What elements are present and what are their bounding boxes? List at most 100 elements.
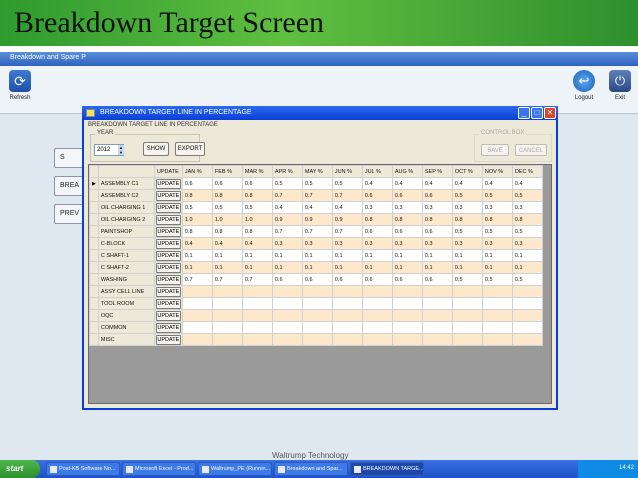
logout-button[interactable]: ↩ Logout	[564, 70, 604, 101]
value-cell[interactable]: 0.5	[481, 189, 513, 202]
value-cell[interactable]: 0.6	[271, 273, 303, 286]
value-cell[interactable]	[391, 309, 423, 322]
value-cell[interactable]: 0.6	[181, 177, 213, 190]
update-button[interactable]: UPDATE	[155, 274, 181, 285]
value-cell[interactable]	[241, 285, 273, 298]
value-cell[interactable]	[481, 321, 513, 334]
value-cell[interactable]: 0.8	[211, 225, 243, 238]
value-cell[interactable]	[301, 297, 333, 310]
taskbar-item[interactable]: Post-KB Software No...	[46, 462, 120, 476]
value-cell[interactable]: 0.1	[241, 249, 273, 262]
value-cell[interactable]: 0.1	[511, 249, 543, 262]
value-cell[interactable]	[301, 333, 333, 346]
update-button[interactable]: UPDATE	[155, 250, 181, 261]
value-cell[interactable]	[391, 321, 423, 334]
value-cell[interactable]	[421, 333, 453, 346]
value-cell[interactable]	[511, 285, 543, 298]
value-cell[interactable]: 0.5	[211, 201, 243, 214]
value-cell[interactable]: 0.7	[271, 225, 303, 238]
value-cell[interactable]: 0.3	[391, 201, 423, 214]
value-cell[interactable]	[331, 309, 363, 322]
update-button[interactable]: UPDATE	[155, 214, 181, 225]
value-cell[interactable]: 0.5	[511, 273, 543, 286]
value-cell[interactable]: 0.8	[211, 189, 243, 202]
value-cell[interactable]: 0.5	[451, 189, 483, 202]
value-cell[interactable]: 0.3	[421, 237, 453, 250]
value-cell[interactable]	[271, 309, 303, 322]
value-cell[interactable]: 0.6	[301, 273, 333, 286]
show-button[interactable]: SHOW	[143, 142, 169, 156]
close-button[interactable]: ✕	[544, 107, 556, 119]
value-cell[interactable]: 0.6	[211, 177, 243, 190]
value-cell[interactable]	[421, 285, 453, 298]
value-cell[interactable]: 0.1	[391, 249, 423, 262]
value-cell[interactable]: 0.6	[331, 273, 363, 286]
value-cell[interactable]	[481, 309, 513, 322]
value-cell[interactable]	[391, 285, 423, 298]
update-button[interactable]: UPDATE	[155, 310, 181, 321]
value-cell[interactable]: 0.6	[361, 273, 393, 286]
side-button-3[interactable]: PREV	[54, 204, 84, 224]
taskbar-item[interactable]: Microsoft Excel - Prod...	[122, 462, 196, 476]
value-cell[interactable]: 0.9	[331, 213, 363, 226]
value-cell[interactable]	[181, 297, 213, 310]
value-cell[interactable]: 0.4	[241, 237, 273, 250]
value-cell[interactable]: 0.4	[271, 201, 303, 214]
update-button[interactable]: UPDATE	[155, 322, 181, 333]
value-cell[interactable]	[511, 297, 543, 310]
value-cell[interactable]: 0.8	[181, 189, 213, 202]
value-cell[interactable]	[451, 297, 483, 310]
value-cell[interactable]	[301, 321, 333, 334]
value-cell[interactable]	[181, 309, 213, 322]
value-cell[interactable]	[481, 297, 513, 310]
value-cell[interactable]: 0.6	[361, 189, 393, 202]
value-cell[interactable]	[391, 297, 423, 310]
value-cell[interactable]: 0.9	[271, 213, 303, 226]
value-cell[interactable]: 0.7	[181, 273, 213, 286]
value-cell[interactable]	[241, 321, 273, 334]
value-cell[interactable]: 1.0	[181, 213, 213, 226]
update-button[interactable]: UPDATE	[155, 190, 181, 201]
value-cell[interactable]	[421, 297, 453, 310]
value-cell[interactable]: 0.7	[331, 225, 363, 238]
row-selector[interactable]	[89, 201, 99, 214]
update-button[interactable]: UPDATE	[155, 262, 181, 273]
value-cell[interactable]: 0.6	[421, 273, 453, 286]
row-selector[interactable]	[89, 261, 99, 274]
value-cell[interactable]: 0.3	[331, 237, 363, 250]
start-button[interactable]: start	[0, 460, 40, 478]
value-cell[interactable]: 0.6	[391, 189, 423, 202]
value-cell[interactable]: 0.4	[301, 201, 333, 214]
value-cell[interactable]	[271, 285, 303, 298]
taskbar-item[interactable]: BREAKDOWN TARGE...	[350, 462, 424, 476]
value-cell[interactable]	[451, 321, 483, 334]
value-cell[interactable]	[331, 333, 363, 346]
row-selector[interactable]	[89, 309, 99, 322]
value-cell[interactable]	[301, 285, 333, 298]
update-button[interactable]: UPDATE	[155, 298, 181, 309]
value-cell[interactable]: 0.8	[181, 225, 213, 238]
side-button-2[interactable]: BREA	[54, 176, 84, 196]
row-selector[interactable]	[89, 285, 99, 298]
exit-button[interactable]: ⏻ Exit	[600, 70, 638, 101]
value-cell[interactable]: 0.5	[331, 177, 363, 190]
value-cell[interactable]: 0.3	[301, 237, 333, 250]
value-cell[interactable]: 0.1	[331, 249, 363, 262]
value-cell[interactable]: 0.1	[451, 261, 483, 274]
update-button[interactable]: UPDATE	[155, 334, 181, 345]
value-cell[interactable]: 0.4	[451, 177, 483, 190]
side-button-1[interactable]: S	[54, 148, 84, 168]
value-cell[interactable]: 0.1	[301, 249, 333, 262]
value-cell[interactable]: 0.8	[391, 213, 423, 226]
value-cell[interactable]	[211, 309, 243, 322]
maximize-button[interactable]: □	[531, 107, 543, 119]
row-selector[interactable]	[89, 321, 99, 334]
value-cell[interactable]: 0.1	[271, 261, 303, 274]
value-cell[interactable]: 0.6	[421, 225, 453, 238]
update-button[interactable]: UPDATE	[155, 286, 181, 297]
value-cell[interactable]: 0.4	[211, 237, 243, 250]
value-cell[interactable]: 0.9	[301, 213, 333, 226]
value-cell[interactable]: 0.8	[241, 189, 273, 202]
value-cell[interactable]	[331, 297, 363, 310]
value-cell[interactable]: 0.7	[271, 189, 303, 202]
